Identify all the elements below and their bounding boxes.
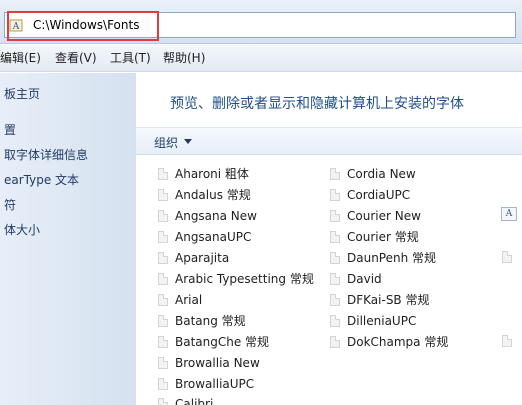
font-file-icon bbox=[158, 168, 168, 180]
address-highlight-box bbox=[7, 11, 159, 41]
page-title: 预览、删除或者显示和隐藏计算机上安装的字体 bbox=[170, 96, 464, 112]
content-pane: 预览、删除或者显示和隐藏计算机上安装的字体 组织 Aharoni 粗体 Anda… bbox=[136, 73, 522, 405]
font-file-icon[interactable] bbox=[502, 335, 512, 347]
nav-find-character[interactable]: 符 bbox=[4, 198, 16, 213]
menu-tools[interactable]: 工具(T) bbox=[110, 51, 151, 66]
font-preview-icon[interactable]: A bbox=[501, 207, 517, 221]
font-file-icon bbox=[158, 336, 168, 348]
font-file-icon bbox=[158, 294, 168, 306]
font-file-icon bbox=[330, 189, 340, 201]
font-file-icon bbox=[330, 210, 340, 222]
font-file-icon bbox=[158, 273, 168, 285]
font-file-icon bbox=[330, 294, 340, 306]
font-file-icon bbox=[158, 210, 168, 222]
nav-control-panel-home[interactable]: 板主页 bbox=[4, 87, 40, 102]
font-file-icon bbox=[158, 231, 168, 243]
font-file-icon bbox=[158, 252, 168, 264]
font-file-icon bbox=[330, 315, 340, 327]
font-file-icon bbox=[330, 252, 340, 264]
nav-cleartype-text[interactable]: earType 文本 bbox=[4, 173, 79, 188]
font-file-icon[interactable] bbox=[502, 251, 512, 263]
font-file-icon bbox=[158, 378, 168, 390]
address-bar: A C:\Windows\Fonts bbox=[0, 0, 522, 44]
menu-view[interactable]: 查看(V) bbox=[55, 51, 97, 66]
menu-edit[interactable]: 编辑(E) bbox=[0, 51, 41, 66]
menu-bar: 编辑(E) 查看(V) 工具(T) 帮助(H) bbox=[0, 45, 522, 72]
font-file-icon bbox=[158, 357, 168, 369]
chevron-down-icon bbox=[184, 139, 192, 144]
font-file-icon bbox=[330, 231, 340, 243]
font-file-icon bbox=[330, 336, 340, 348]
font-file-icon bbox=[158, 315, 168, 327]
font-file-icon bbox=[330, 168, 340, 180]
font-file-icon bbox=[330, 273, 340, 285]
nav-get-font-info[interactable]: 取字体详细信息 bbox=[4, 148, 88, 163]
font-file-icon bbox=[158, 398, 168, 405]
font-file-icon bbox=[158, 189, 168, 201]
navigation-pane: 板主页 置 取字体详细信息 earType 文本 符 体大小 bbox=[0, 73, 136, 405]
command-toolbar: 组织 bbox=[136, 127, 522, 155]
nav-change-font-size[interactable]: 体大小 bbox=[4, 223, 40, 238]
nav-font-settings[interactable]: 置 bbox=[4, 123, 16, 138]
organize-button[interactable]: 组织 bbox=[154, 134, 178, 151]
menu-help[interactable]: 帮助(H) bbox=[163, 51, 205, 66]
